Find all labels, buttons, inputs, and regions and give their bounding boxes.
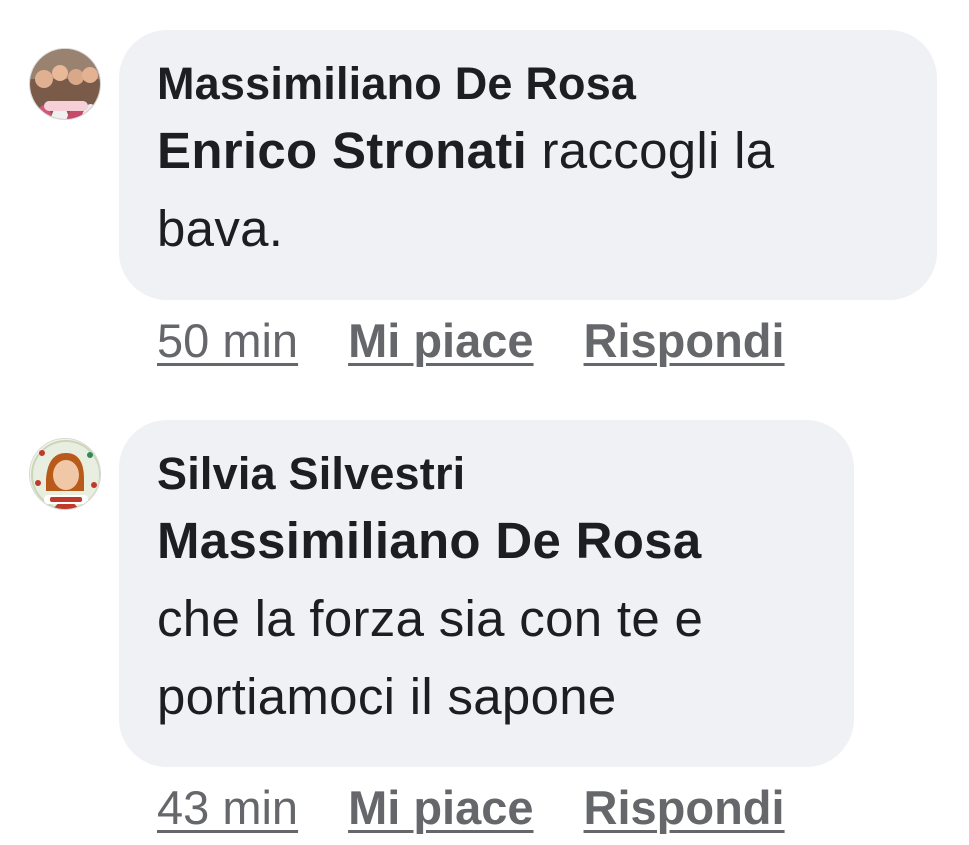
comment-text: Enrico Stronati raccogli la bava. — [157, 112, 899, 268]
reply-button[interactable]: Rispondi — [584, 314, 785, 367]
comment-author[interactable]: Massimiliano De Rosa — [157, 56, 899, 112]
portrait-avatar-icon — [30, 439, 100, 509]
like-button[interactable]: Mi piace — [348, 781, 533, 834]
comment-actions: 50 min Mi piace Rispondi — [157, 313, 835, 368]
avatar[interactable] — [29, 438, 101, 510]
mention-link[interactable]: Massimiliano De Rosa — [157, 502, 816, 580]
comment-actions: 43 min Mi piace Rispondi — [157, 780, 835, 835]
comment-author[interactable]: Silvia Silvestri — [157, 446, 816, 502]
comment-bubble: Massimiliano De Rosa Enrico Stronati rac… — [119, 30, 937, 300]
reply-button[interactable]: Rispondi — [584, 781, 785, 834]
group-photo-avatar-icon — [30, 49, 100, 119]
mention-link[interactable]: Enrico Stronati — [157, 122, 527, 179]
comment-text: Massimiliano De Rosa che la forza sia con… — [157, 502, 816, 736]
comment-bubble: Silvia Silvestri Massimiliano De Rosa che… — [119, 420, 854, 767]
comment-body: che la forza sia con te e portiamoci il … — [157, 590, 704, 725]
avatar[interactable] — [29, 48, 101, 120]
timestamp-link[interactable]: 50 min — [157, 314, 298, 367]
like-button[interactable]: Mi piace — [348, 314, 533, 367]
timestamp-link[interactable]: 43 min — [157, 781, 298, 834]
